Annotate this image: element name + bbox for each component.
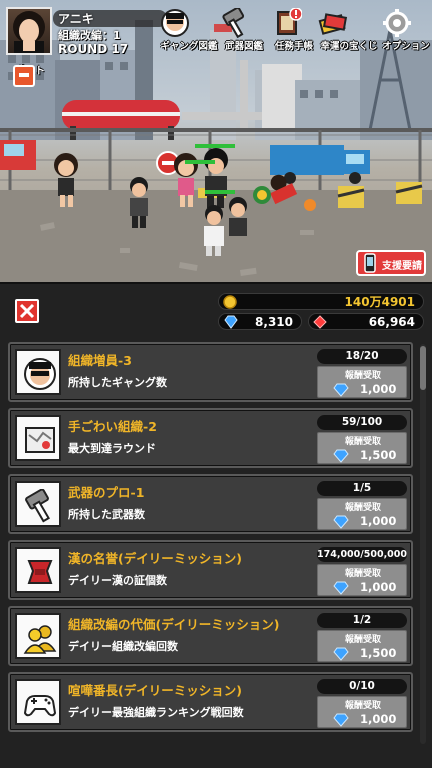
gem-icon: [224, 315, 238, 329]
close-button[interactable]: [15, 299, 39, 323]
player-info: アニキ 組織改編：1 ROUND 17: [6, 7, 168, 57]
reward-amount: 1,000: [360, 712, 397, 726]
gem-amount: 8,310: [255, 315, 293, 329]
mission-progress: 174,000/500,000: [317, 547, 408, 562]
gamepad-icon: [15, 679, 61, 725]
mission-card: 喧嘩番長(デイリーミッション) デイリー最強組織ランキング戦回数 0/10 報酬…: [8, 672, 413, 732]
claim-reward-button[interactable]: 報酬受取 1,000: [317, 696, 407, 728]
nav-weapon-book-label: 武器図鑑: [224, 41, 263, 52]
claim-reward-button[interactable]: 報酬受取 1,000: [317, 564, 407, 596]
support-request-button[interactable]: 支援要請: [356, 250, 426, 276]
red-badge-icon: [15, 547, 61, 593]
claim-reward-label: 報酬受取: [344, 701, 381, 711]
nav-gang-book-label: ギャング図鑑: [160, 41, 218, 52]
claim-reward-label: 報酬受取: [344, 569, 381, 579]
org-reorg-count: 組織改編：1: [58, 29, 121, 42]
mission-notebook-icon: [277, 8, 309, 38]
lottery-tickets-icon: [318, 8, 364, 38]
mailbox-icon: [13, 65, 35, 87]
map-icon: [15, 415, 61, 461]
round-label: ROUND 17: [58, 42, 129, 56]
mission-card: 手ごわい組織-2 最大到達ラウンド 59/100 報酬受取 1,500: [8, 408, 413, 468]
gold-counter: 140万4901: [218, 293, 424, 310]
mission-desc: 所持したギャング数: [68, 376, 167, 389]
avatar-portrait: [13, 11, 45, 53]
claim-reward-label: 報酬受取: [344, 635, 381, 645]
people-icon: [15, 613, 61, 659]
gem-counter: 8,310: [218, 313, 302, 330]
mission-desc: 所持した武器数: [68, 508, 145, 521]
mission-card: 組織改編の代価(デイリーミッション) デイリー組織改編回数 1/2 報酬受取 1…: [8, 606, 413, 666]
gem-icon: [333, 647, 349, 661]
game-scene: アニキ 組織改編：1 ROUND 17 ギャング図鑑 武器図鑑 任務手帳 幸運の…: [0, 0, 432, 282]
mission-desc: 最大到達ラウンド: [68, 442, 156, 455]
claim-reward-label: 報酬受取: [344, 371, 381, 381]
scrollbar-track[interactable]: [420, 344, 426, 744]
reward-amount: 1,500: [360, 448, 397, 462]
mission-card: 武器のプロ-1 所持した武器数 1/5 報酬受取 1,000: [8, 474, 413, 534]
nav-options[interactable]: オプション: [382, 8, 430, 58]
mission-title: 手ごわい組織-2: [68, 419, 157, 434]
close-icon: [19, 303, 35, 319]
claim-reward-button[interactable]: 報酬受取 1,500: [317, 630, 407, 662]
support-request-label: 支援要請: [382, 261, 422, 272]
mission-title: 喧嘩番長(デイリーミッション): [68, 683, 242, 698]
nav-gang-book[interactable]: ギャング図鑑: [160, 8, 218, 58]
nav-weapon-book[interactable]: 武器図鑑: [220, 8, 268, 58]
mission-title: 組織改編の代価(デイリーミッション): [68, 617, 280, 632]
claim-reward-button[interactable]: 報酬受取 1,000: [317, 498, 407, 530]
red-crystal-counter: 66,964: [308, 313, 424, 330]
gem-icon: [333, 449, 349, 463]
reward-amount: 1,000: [360, 514, 397, 528]
nav-mission-notebook-label: 任務手帳: [274, 41, 313, 52]
reward-amount: 1,500: [360, 646, 397, 660]
mission-progress: 18/20: [317, 349, 407, 364]
scrollbar-thumb[interactable]: [420, 346, 426, 390]
claim-reward-button[interactable]: 報酬受取 1,000: [317, 366, 407, 398]
mission-desc: デイリー漢の証個数: [68, 574, 167, 587]
mission-panel: 140万4901 8,310 66,964 組織増員-3 所持したギャング数 1…: [0, 282, 432, 768]
post-button[interactable]: ポスト: [10, 62, 50, 87]
mission-progress: 59/100: [317, 415, 407, 430]
gang-book-icon: [161, 8, 204, 38]
phone-icon: [364, 253, 376, 273]
reward-amount: 1,000: [360, 382, 397, 396]
gem-icon: [333, 713, 349, 727]
nav-mission-notebook[interactable]: 任務手帳: [272, 8, 316, 58]
mission-progress: 1/5: [317, 481, 407, 496]
red-crystal-amount: 66,964: [368, 315, 415, 329]
claim-reward-button[interactable]: 報酬受取 1,500: [317, 432, 407, 464]
reward-amount: 1,000: [360, 580, 397, 594]
claim-reward-label: 報酬受取: [344, 503, 381, 513]
mission-desc: デイリー組織改編回数: [68, 640, 178, 653]
claim-reward-label: 報酬受取: [344, 437, 381, 447]
player-avatar[interactable]: [6, 7, 52, 55]
mission-title: 漢の名誉(デイリーミッション): [68, 551, 242, 566]
red-crystal-icon: [313, 315, 327, 329]
gem-icon: [333, 515, 349, 529]
nav-lottery[interactable]: 幸運の宝くじ: [318, 8, 380, 58]
nav-lottery-label: 幸運の宝くじ: [320, 41, 378, 52]
mission-title: 武器のプロ-1: [68, 485, 145, 500]
mission-desc: デイリー最強組織ランキング戦回数: [68, 706, 244, 719]
gangster-face-icon: [15, 349, 61, 395]
nav-options-label: オプション: [382, 41, 430, 52]
gem-icon: [333, 581, 349, 595]
mission-progress: 1/2: [317, 613, 407, 628]
mission-progress: 0/10: [317, 679, 407, 694]
gold-amount: 140万4901: [344, 295, 415, 309]
hammer-icon: [15, 481, 61, 527]
mission-card: 漢の名誉(デイリーミッション) デイリー漢の証個数 174,000/500,00…: [8, 540, 413, 600]
player-name: アニキ: [58, 12, 94, 26]
mission-card: 組織増員-3 所持したギャング数 18/20 報酬受取 1,000: [8, 342, 413, 402]
gem-icon: [333, 383, 349, 397]
hammer-icon: [222, 8, 259, 38]
gear-icon: [383, 8, 421, 38]
mission-title: 組織増員-3: [68, 353, 132, 368]
gold-coin-icon: [223, 295, 237, 309]
